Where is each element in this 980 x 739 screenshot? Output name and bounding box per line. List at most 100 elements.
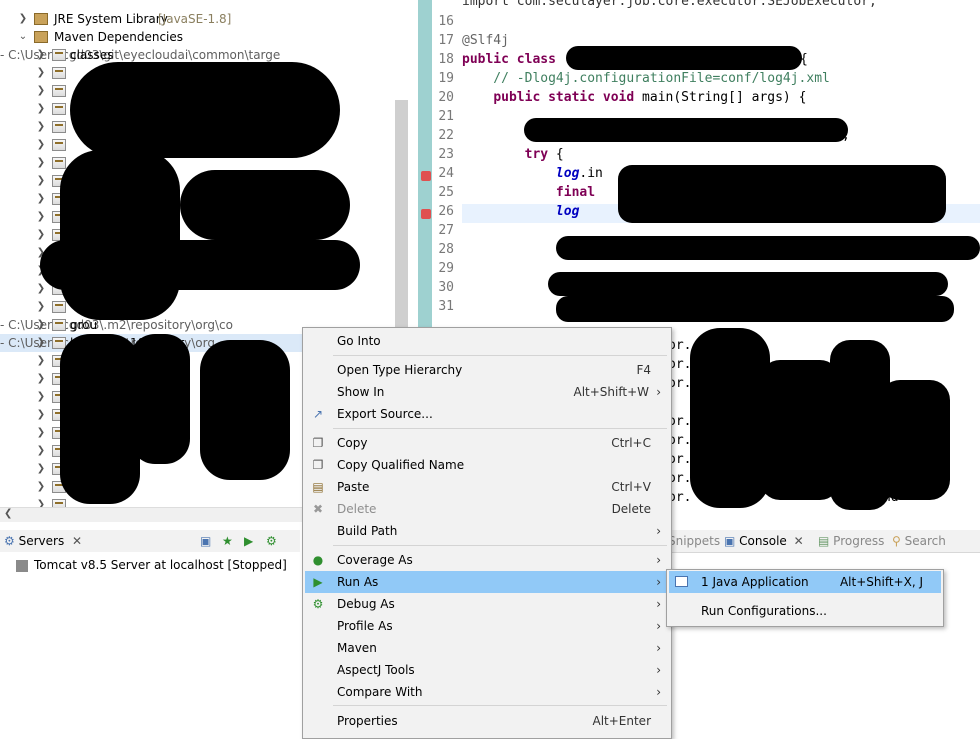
chevron-right-icon[interactable]: ❯ bbox=[36, 442, 46, 460]
error-marker-icon[interactable] bbox=[421, 209, 431, 219]
error-marker-icon[interactable] bbox=[421, 171, 431, 181]
menu-item-profile-as[interactable]: Profile As › bbox=[305, 615, 669, 637]
chevron-down-icon[interactable]: ⌄ bbox=[18, 28, 28, 46]
redaction bbox=[618, 165, 946, 223]
code-line: // -Dlog4j.configurationFile=conf/log4j.… bbox=[462, 71, 830, 86]
chevron-right-icon[interactable]: ❯ bbox=[36, 82, 46, 100]
chevron-right-icon[interactable]: ❯ bbox=[36, 478, 46, 496]
chevron-right-icon[interactable]: ❯ bbox=[36, 388, 46, 406]
tab-search[interactable]: ⚲ Search bbox=[892, 530, 946, 552]
menu-item-label: Debug As bbox=[337, 597, 395, 611]
menu-item-show-in[interactable]: Show In Alt+Shift+W › bbox=[305, 381, 669, 403]
tab-progress[interactable]: ▤ Progress bbox=[818, 530, 884, 552]
menu-item-build-path[interactable]: Build Path › bbox=[305, 520, 669, 542]
tab-snippets[interactable]: Snippets bbox=[668, 530, 720, 552]
tree-item-maven-dependencies[interactable]: ⌄ Maven Dependencies bbox=[0, 28, 410, 46]
chevron-right-icon[interactable]: ❯ bbox=[18, 10, 28, 28]
submenu-arrow-icon: › bbox=[656, 663, 661, 677]
menu-item-maven[interactable]: Maven › bbox=[305, 637, 669, 659]
copy-qualified-icon: ❐ bbox=[312, 458, 324, 472]
submenu-arrow-icon: › bbox=[656, 385, 661, 399]
chevron-right-icon[interactable]: ❯ bbox=[36, 280, 46, 298]
line-number: 26 bbox=[438, 204, 454, 219]
chevron-right-icon[interactable]: ❯ bbox=[36, 190, 46, 208]
server-entry[interactable]: Tomcat v8.5 Server at localhost [Stopped… bbox=[16, 556, 287, 574]
menu-item-export-source[interactable]: ↗ Export Source... bbox=[305, 403, 669, 425]
close-icon[interactable]: ✕ bbox=[794, 534, 804, 548]
servers-view-toolbar: ⚙ Servers ✕ ▣ ★ ▶ ⚙ bbox=[0, 530, 300, 553]
dependency-jar-item[interactable]: ❯ bbox=[0, 298, 395, 316]
line-number: 16 bbox=[438, 14, 454, 29]
profile-server-icon[interactable]: ⚙ bbox=[266, 530, 277, 552]
java-application-shortcut: Alt+Shift+X, J bbox=[839, 575, 923, 589]
debug-server-icon[interactable]: ★ bbox=[222, 530, 233, 552]
servers-icon: ⚙ bbox=[4, 534, 15, 548]
jar-icon bbox=[52, 67, 66, 79]
tab-console[interactable]: ▣ Console ✕ bbox=[724, 530, 804, 552]
menu-item-properties[interactable]: Properties Alt+Enter bbox=[305, 710, 669, 732]
menu-item-run-as[interactable]: ▶ Run As › bbox=[305, 571, 669, 593]
search-icon: ⚲ bbox=[892, 534, 901, 548]
library-icon bbox=[34, 31, 48, 43]
maven-label: Maven Dependencies bbox=[54, 30, 184, 44]
menu-separator bbox=[333, 705, 667, 706]
chevron-right-icon[interactable]: ❯ bbox=[36, 226, 46, 244]
chevron-right-icon[interactable]: ❯ bbox=[36, 46, 46, 64]
chevron-right-icon[interactable]: ❯ bbox=[36, 406, 46, 424]
chevron-right-icon[interactable]: ❯ bbox=[36, 100, 46, 118]
menu-item-copy[interactable]: ❐ Copy Ctrl+C bbox=[305, 432, 669, 454]
menu-item-run-configurations[interactable]: Run Configurations... bbox=[669, 600, 941, 622]
chevron-right-icon[interactable]: ❯ bbox=[36, 172, 46, 190]
chevron-right-icon[interactable]: ❯ bbox=[36, 334, 46, 352]
close-icon[interactable]: ✕ bbox=[72, 534, 82, 548]
redaction bbox=[690, 328, 770, 508]
chevron-right-icon[interactable]: ❯ bbox=[36, 208, 46, 226]
code-line: public static void main(String[] args) { bbox=[493, 90, 807, 105]
jar-icon bbox=[52, 121, 66, 133]
menu-item-copy-qualified-name[interactable]: ❐ Copy Qualified Name bbox=[305, 454, 669, 476]
redaction bbox=[556, 296, 954, 322]
menu-item-compare-with[interactable]: Compare With › bbox=[305, 681, 669, 703]
menu-item-coverage-as[interactable]: ● Coverage As › bbox=[305, 549, 669, 571]
menu-item-paste[interactable]: ▤ Paste Ctrl+V bbox=[305, 476, 669, 498]
chevron-right-icon[interactable]: ❯ bbox=[36, 136, 46, 154]
jar-icon bbox=[52, 139, 66, 151]
tree-item-jre[interactable]: ❯ JRE System Library [JavaSE-1.8] bbox=[0, 10, 410, 28]
chevron-right-icon[interactable]: ❯ bbox=[36, 154, 46, 172]
line-number: 17 bbox=[438, 33, 454, 48]
menu-item-shortcut: Delete bbox=[611, 502, 651, 516]
chevron-right-icon[interactable]: ❯ bbox=[36, 298, 46, 316]
chevron-right-icon[interactable]: ❯ bbox=[36, 460, 46, 478]
menu-item-debug-as[interactable]: ⚙ Debug As › bbox=[305, 593, 669, 615]
menu-item-open-type-hierarchy[interactable]: Open Type Hierarchy F4 bbox=[305, 359, 669, 381]
menu-item-label: Copy bbox=[337, 436, 368, 450]
menu-item-go-into[interactable]: Go Into bbox=[305, 330, 669, 352]
line-number: 22 bbox=[438, 128, 454, 143]
collapse-icon[interactable]: ▣ bbox=[200, 530, 211, 552]
redaction bbox=[130, 334, 190, 464]
chevron-right-icon[interactable]: ❯ bbox=[36, 64, 46, 82]
menu-item-label: Go Into bbox=[337, 334, 381, 348]
submenu-arrow-icon: › bbox=[656, 553, 661, 567]
coverage-icon: ● bbox=[312, 553, 324, 567]
jre-label: JRE System Library bbox=[54, 12, 168, 26]
redaction bbox=[548, 272, 948, 296]
chevron-right-icon[interactable]: ❯ bbox=[36, 352, 46, 370]
menu-separator bbox=[333, 355, 667, 356]
chevron-right-icon[interactable]: ❯ bbox=[36, 370, 46, 388]
menu-separator bbox=[333, 545, 667, 546]
jar-icon bbox=[52, 499, 66, 507]
chevron-right-icon[interactable]: ❯ bbox=[36, 496, 46, 507]
menu-item-label: Copy Qualified Name bbox=[337, 458, 465, 472]
start-server-icon[interactable]: ▶ bbox=[244, 530, 253, 552]
jar-icon bbox=[52, 103, 66, 115]
menu-item-java-application[interactable]: 1 Java Application Alt+Shift+X, J bbox=[669, 571, 941, 593]
chevron-right-icon[interactable]: ❯ bbox=[36, 118, 46, 136]
chevron-right-icon[interactable]: ❯ bbox=[36, 316, 46, 334]
tab-servers[interactable]: ⚙ Servers ✕ bbox=[4, 530, 82, 552]
menu-item-label: Open Type Hierarchy bbox=[337, 363, 463, 377]
menu-item-aspectj-tools[interactable]: AspectJ Tools › bbox=[305, 659, 669, 681]
chevron-right-icon[interactable]: ❯ bbox=[36, 424, 46, 442]
explorer-scrollbar[interactable] bbox=[395, 100, 408, 330]
scroll-left-icon[interactable]: ❮ bbox=[4, 508, 12, 519]
